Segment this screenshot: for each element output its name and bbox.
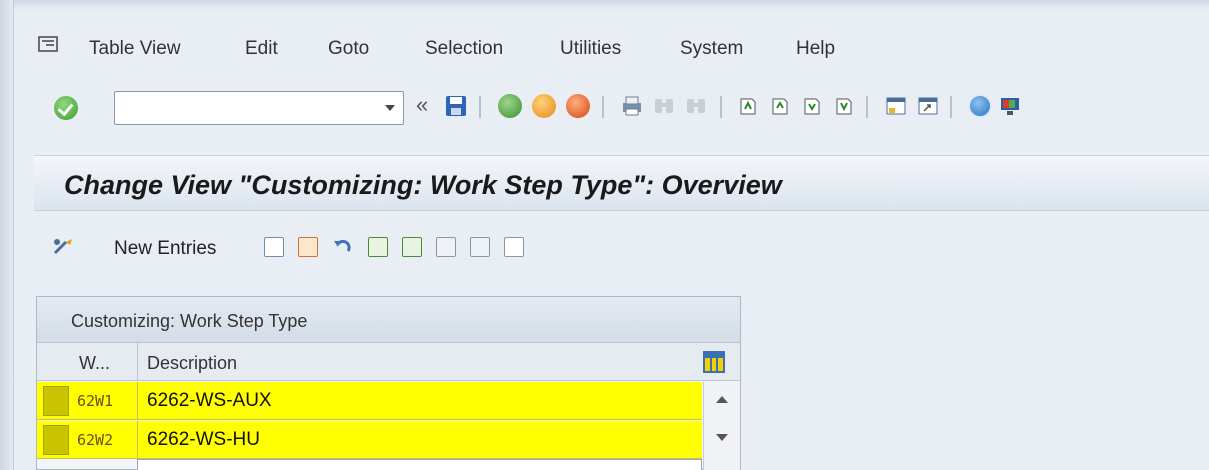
- title-bar: Change View "Customizing: Work Step Type…: [34, 155, 1209, 211]
- chevron-down-icon[interactable]: [385, 105, 395, 111]
- collapse-icon[interactable]: «: [416, 92, 428, 118]
- menu-bar: Table View Edit Goto Selection Utilities…: [14, 28, 1209, 72]
- deselect-all-icon[interactable]: [436, 237, 456, 257]
- toolbar-separator: [950, 96, 952, 118]
- copy-as-icon[interactable]: [264, 237, 284, 257]
- toolbar-separator: [866, 96, 868, 118]
- toolbar-separator: [720, 96, 722, 118]
- select-block-icon[interactable]: [402, 237, 422, 257]
- vertical-scrollbar[interactable]: [703, 382, 740, 470]
- customize-layout-icon[interactable]: [998, 94, 1022, 118]
- page-title: Change View "Customizing: Work Step Type…: [64, 170, 782, 200]
- scroll-up-icon[interactable]: [716, 396, 728, 403]
- window-frame-left: [0, 0, 14, 470]
- undo-change-icon[interactable]: [332, 237, 352, 257]
- cancel-icon[interactable]: [566, 94, 590, 118]
- table-row[interactable]: 62W2 6262-WS-HU: [37, 421, 702, 459]
- menu-item-utilities[interactable]: Utilities: [560, 38, 621, 60]
- table-row[interactable]: 62W1 6262-WS-AUX: [37, 382, 702, 420]
- description-cell[interactable]: 6262-WS-AUX: [147, 390, 272, 412]
- help-icon[interactable]: [968, 94, 992, 118]
- row-selector[interactable]: [43, 386, 69, 416]
- description-cell[interactable]: 6262-WS-HU: [147, 429, 260, 451]
- column-header-description[interactable]: Description: [147, 353, 237, 374]
- row-selector[interactable]: [43, 425, 69, 455]
- print-field-list-icon[interactable]: [504, 237, 524, 257]
- find-icon[interactable]: [652, 94, 676, 118]
- table-control: Customizing: Work Step Type W... Descrip…: [36, 296, 741, 470]
- shortcut-icon[interactable]: [916, 94, 940, 118]
- column-separator: [137, 421, 138, 459]
- exit-icon[interactable]: [532, 94, 556, 118]
- empty-input-row[interactable]: [137, 459, 702, 470]
- create-session-icon[interactable]: [884, 94, 908, 118]
- find-next-icon[interactable]: [684, 94, 708, 118]
- toolbar-separator: [479, 96, 481, 118]
- back-icon[interactable]: [498, 94, 522, 118]
- column-header-work-step-type[interactable]: W...: [79, 353, 110, 374]
- column-separator: [137, 343, 138, 381]
- command-field[interactable]: [114, 91, 404, 125]
- standard-toolbar: «: [14, 84, 1209, 140]
- first-page-icon[interactable]: [736, 94, 760, 118]
- select-all-icon[interactable]: [368, 237, 388, 257]
- last-page-icon[interactable]: [832, 94, 856, 118]
- work-step-type-cell: 62W2: [77, 431, 114, 449]
- table-title-bar: Customizing: Work Step Type: [37, 297, 740, 343]
- work-step-type-cell: 62W1: [77, 392, 114, 410]
- next-page-icon[interactable]: [800, 94, 824, 118]
- menu-item-system[interactable]: System: [680, 38, 743, 60]
- new-entries-button[interactable]: New Entries: [114, 238, 216, 260]
- deselect-block-icon[interactable]: [470, 237, 490, 257]
- menu-item-help[interactable]: Help: [796, 38, 835, 60]
- menu-item-selection[interactable]: Selection: [425, 38, 503, 60]
- previous-page-icon[interactable]: [768, 94, 792, 118]
- print-icon[interactable]: [620, 94, 644, 118]
- table-title: Customizing: Work Step Type: [71, 311, 308, 331]
- column-separator: [137, 382, 138, 420]
- save-icon[interactable]: [444, 94, 468, 118]
- change-display-icon[interactable]: [52, 237, 78, 257]
- scroll-down-icon[interactable]: [716, 434, 728, 441]
- table-settings-icon[interactable]: [703, 351, 725, 373]
- table-header: W... Description: [37, 343, 740, 381]
- application-toolbar: New Entries: [34, 225, 1209, 275]
- menu-item-edit[interactable]: Edit: [245, 38, 278, 60]
- enter-icon[interactable]: [54, 96, 78, 120]
- menu-icon[interactable]: [38, 36, 58, 52]
- toolbar-separator: [602, 96, 604, 118]
- menu-item-table-view[interactable]: Table View: [89, 38, 181, 60]
- delete-icon[interactable]: [298, 237, 318, 257]
- window-frame-top: [0, 0, 1209, 10]
- menu-item-goto[interactable]: Goto: [328, 38, 369, 60]
